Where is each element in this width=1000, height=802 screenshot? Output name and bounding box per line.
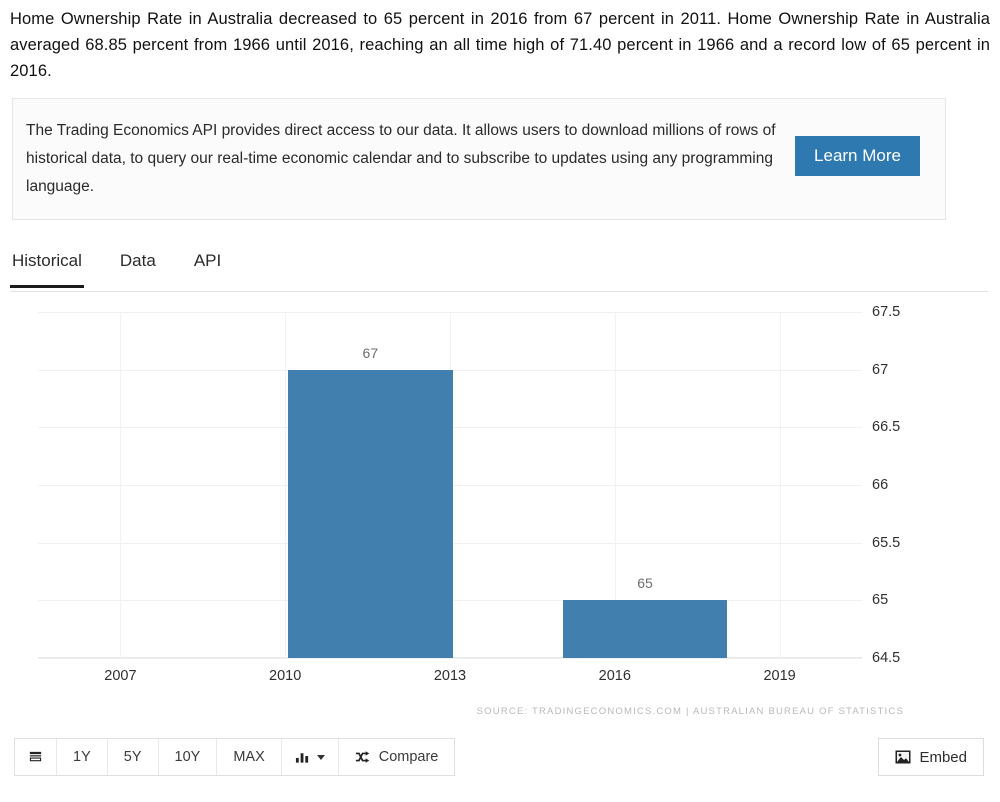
chart-bar[interactable] bbox=[287, 369, 453, 658]
range-max-button[interactable]: MAX bbox=[217, 739, 282, 775]
y-axis-tick-label: 66 bbox=[872, 477, 889, 493]
y-axis-tick-label: 65.5 bbox=[872, 534, 901, 551]
x-axis-tick-label: 2013 bbox=[433, 668, 467, 684]
gridline-vertical bbox=[120, 312, 122, 658]
compare-label: Compare bbox=[378, 749, 439, 765]
list-view-button[interactable] bbox=[15, 739, 57, 775]
chart-type-dropdown[interactable] bbox=[281, 739, 339, 775]
gridline-vertical bbox=[779, 312, 781, 658]
chart-container: 67 65 67.5 67 66.5 66 65.5 65 64.5 2007 2010 2013… bbox=[0, 296, 1000, 726]
gridline-vertical bbox=[285, 312, 287, 658]
embed-button[interactable]: Embed bbox=[878, 738, 984, 776]
y-axis-tick-label: 67 bbox=[872, 361, 889, 378]
embed-label: Embed bbox=[919, 748, 967, 766]
tab-api[interactable]: API bbox=[192, 243, 223, 285]
bar-value-label: 65 bbox=[637, 575, 653, 592]
tab-data[interactable]: Data bbox=[118, 243, 158, 285]
x-axis-tick-label: 2016 bbox=[598, 668, 631, 684]
x-axis-tick-label: 2010 bbox=[269, 668, 302, 684]
summary-paragraph: Home Ownership Rate in Australia decreas… bbox=[10, 10, 990, 80]
chart-source-note: SOURCE: TRADINGECONOMICS.COM | AUSTRALIA… bbox=[476, 706, 904, 717]
gridline-horizontal bbox=[38, 658, 862, 659]
api-promo-text: The Trading Economics API provides direc… bbox=[26, 122, 776, 195]
y-axis-tick-label: 65 bbox=[872, 592, 889, 609]
shuffle-icon bbox=[355, 750, 371, 764]
list-icon bbox=[28, 750, 43, 765]
chart-bar[interactable] bbox=[562, 600, 728, 658]
range-1y-button[interactable]: 1Y bbox=[57, 739, 108, 775]
y-axis-tick-label: 64.5 bbox=[872, 650, 901, 666]
bar-chart-icon bbox=[295, 750, 310, 764]
chart-tabs: Historical Data API bbox=[10, 243, 988, 292]
y-axis-tick-label: 67.5 bbox=[872, 304, 901, 320]
y-axis-tick-label: 66.5 bbox=[872, 419, 901, 436]
range-5y-button[interactable]: 5Y bbox=[107, 739, 159, 775]
x-axis-tick-label: 2019 bbox=[763, 668, 796, 684]
chart-toolbar: 1Y 5Y 10Y MAX Compare bbox=[14, 738, 456, 776]
x-axis-tick-label: 2007 bbox=[104, 668, 137, 684]
image-icon bbox=[895, 750, 911, 764]
chevron-down-icon bbox=[316, 754, 325, 760]
chart-plot-area[interactable]: 67 65 bbox=[38, 312, 862, 659]
tab-historical[interactable]: Historical bbox=[10, 243, 84, 288]
learn-more-button[interactable]: Learn More bbox=[795, 136, 920, 176]
bar-value-label: 67 bbox=[362, 344, 379, 361]
api-promo-banner: The Trading Economics API provides direc… bbox=[12, 98, 946, 220]
range-10y-button[interactable]: 10Y bbox=[158, 739, 218, 775]
compare-button[interactable]: Compare bbox=[338, 739, 455, 775]
